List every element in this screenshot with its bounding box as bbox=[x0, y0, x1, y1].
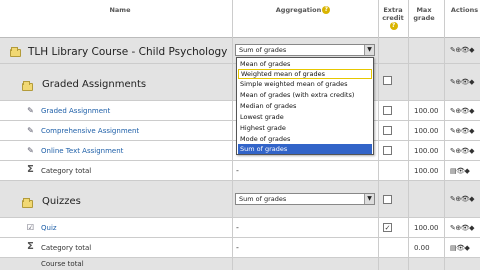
extra-credit-checkbox[interactable] bbox=[383, 76, 392, 85]
folder-icon bbox=[10, 47, 21, 57]
category-actions[interactable]: ✎⊕👁◆ bbox=[450, 78, 475, 86]
aggregation-option[interactable]: Lowest grade bbox=[238, 112, 372, 122]
folder-icon bbox=[22, 198, 33, 208]
max-grade-column-header: Max grade bbox=[410, 6, 438, 22]
max-grade-value: 100.00 bbox=[414, 107, 439, 115]
assignment-icon: ✎ bbox=[27, 146, 34, 155]
column-divider bbox=[444, 0, 445, 270]
extra-credit-help-icon[interactable]: ? bbox=[389, 22, 398, 30]
max-grade-value: 100.00 bbox=[414, 127, 439, 135]
max-grade-label-1: Max bbox=[416, 6, 432, 14]
course-total-label: Course total bbox=[41, 260, 84, 268]
aggregation-header-label: Aggregation bbox=[275, 6, 322, 14]
extra-credit-label-1: Extra bbox=[383, 6, 403, 14]
extra-credit-checkbox[interactable] bbox=[383, 126, 392, 135]
name-column-header: Name bbox=[109, 6, 131, 14]
actions-column-header: Actions bbox=[450, 6, 479, 14]
assignment-icon: ✎ bbox=[27, 126, 34, 135]
max-grade-value: 0.00 bbox=[414, 244, 430, 252]
grade-item-link[interactable]: Online Text Assignment bbox=[41, 147, 123, 155]
column-divider bbox=[378, 0, 379, 270]
item-actions[interactable]: ✎⊕👁◆ bbox=[450, 147, 475, 155]
max-grade-value: 100.00 bbox=[414, 147, 439, 155]
aggregation-option[interactable]: Mean of grades (with extra credits) bbox=[238, 90, 372, 100]
grade-item-link[interactable]: Quiz bbox=[41, 224, 57, 232]
max-grade-value: 100.00 bbox=[414, 167, 439, 175]
folder-icon bbox=[22, 81, 33, 91]
chevron-down-icon[interactable]: ▼ bbox=[364, 194, 374, 204]
sigma-icon: Σ bbox=[27, 241, 34, 252]
quizzes-aggregation-value: Sum of grades bbox=[239, 195, 287, 203]
aggregation-column-header: Aggregation? bbox=[268, 6, 338, 14]
column-divider bbox=[408, 0, 409, 270]
aggregation-option[interactable]: Median of grades bbox=[238, 101, 372, 111]
aggregation-option[interactable]: Simple weighted mean of grades bbox=[238, 79, 372, 89]
aggregation-option[interactable]: Mode of grades bbox=[238, 134, 372, 144]
category-total-dash: - bbox=[236, 166, 239, 175]
extra-credit-checkbox[interactable] bbox=[383, 146, 392, 155]
category-total-label: Category total bbox=[41, 244, 92, 252]
grade-item-link[interactable]: Graded Assignment bbox=[41, 107, 110, 115]
quiz-icon: ☑ bbox=[26, 223, 35, 232]
help-icon[interactable]: ? bbox=[322, 6, 331, 14]
item-actions[interactable]: ✎⊕👁◆ bbox=[450, 127, 475, 135]
extra-credit-label-2: credit bbox=[382, 14, 404, 22]
extra-credit-checkbox[interactable]: ✓ bbox=[383, 223, 392, 232]
aggregation-option-selected[interactable]: Sum of grades bbox=[238, 144, 372, 154]
quiz-aggregation-dash: - bbox=[236, 223, 239, 232]
max-grade-label-2: grade bbox=[413, 14, 435, 22]
item-actions[interactable]: ✎⊕👁◆ bbox=[450, 224, 475, 232]
category-actions[interactable]: ✎⊕👁◆ bbox=[450, 195, 475, 203]
item-actions[interactable]: ✎⊕👁◆ bbox=[450, 107, 475, 115]
course-title: TLH Library Course - Child Psychology bbox=[28, 46, 228, 58]
category-title: Quizzes bbox=[42, 196, 81, 207]
sigma-icon: Σ bbox=[27, 164, 34, 175]
column-divider bbox=[232, 0, 233, 270]
category-total-dash: - bbox=[236, 243, 239, 252]
total-actions[interactable]: ▤👁◆ bbox=[450, 167, 470, 175]
extra-credit-checkbox[interactable] bbox=[383, 106, 392, 115]
course-aggregation-value: Sum of grades bbox=[239, 46, 287, 54]
category-total-label: Category total bbox=[41, 167, 92, 175]
max-grade-value: 100.00 bbox=[414, 224, 439, 232]
course-actions[interactable]: ✎⊕👁◆ bbox=[450, 46, 475, 54]
extra-credit-checkbox[interactable] bbox=[383, 195, 392, 204]
assignment-icon: ✎ bbox=[27, 106, 34, 115]
aggregation-option[interactable]: Mean of grades bbox=[238, 59, 372, 69]
course-aggregation-select[interactable]: Sum of grades ▼ bbox=[235, 44, 375, 56]
quizzes-aggregation-select[interactable]: Sum of grades ▼ bbox=[235, 193, 375, 205]
extra-credit-column-header: Extra credit ? bbox=[381, 6, 405, 30]
aggregation-dropdown-list[interactable]: Mean of grades Weighted mean of grades S… bbox=[236, 57, 374, 155]
category-title: Graded Assignments bbox=[42, 79, 147, 90]
aggregation-option[interactable]: Highest grade bbox=[238, 123, 372, 133]
grade-item-link[interactable]: Comprehensive Assignment bbox=[41, 127, 139, 135]
chevron-down-icon[interactable]: ▼ bbox=[364, 45, 374, 55]
aggregation-option[interactable]: Weighted mean of grades bbox=[238, 69, 372, 79]
total-actions[interactable]: ▤👁◆ bbox=[450, 244, 470, 252]
